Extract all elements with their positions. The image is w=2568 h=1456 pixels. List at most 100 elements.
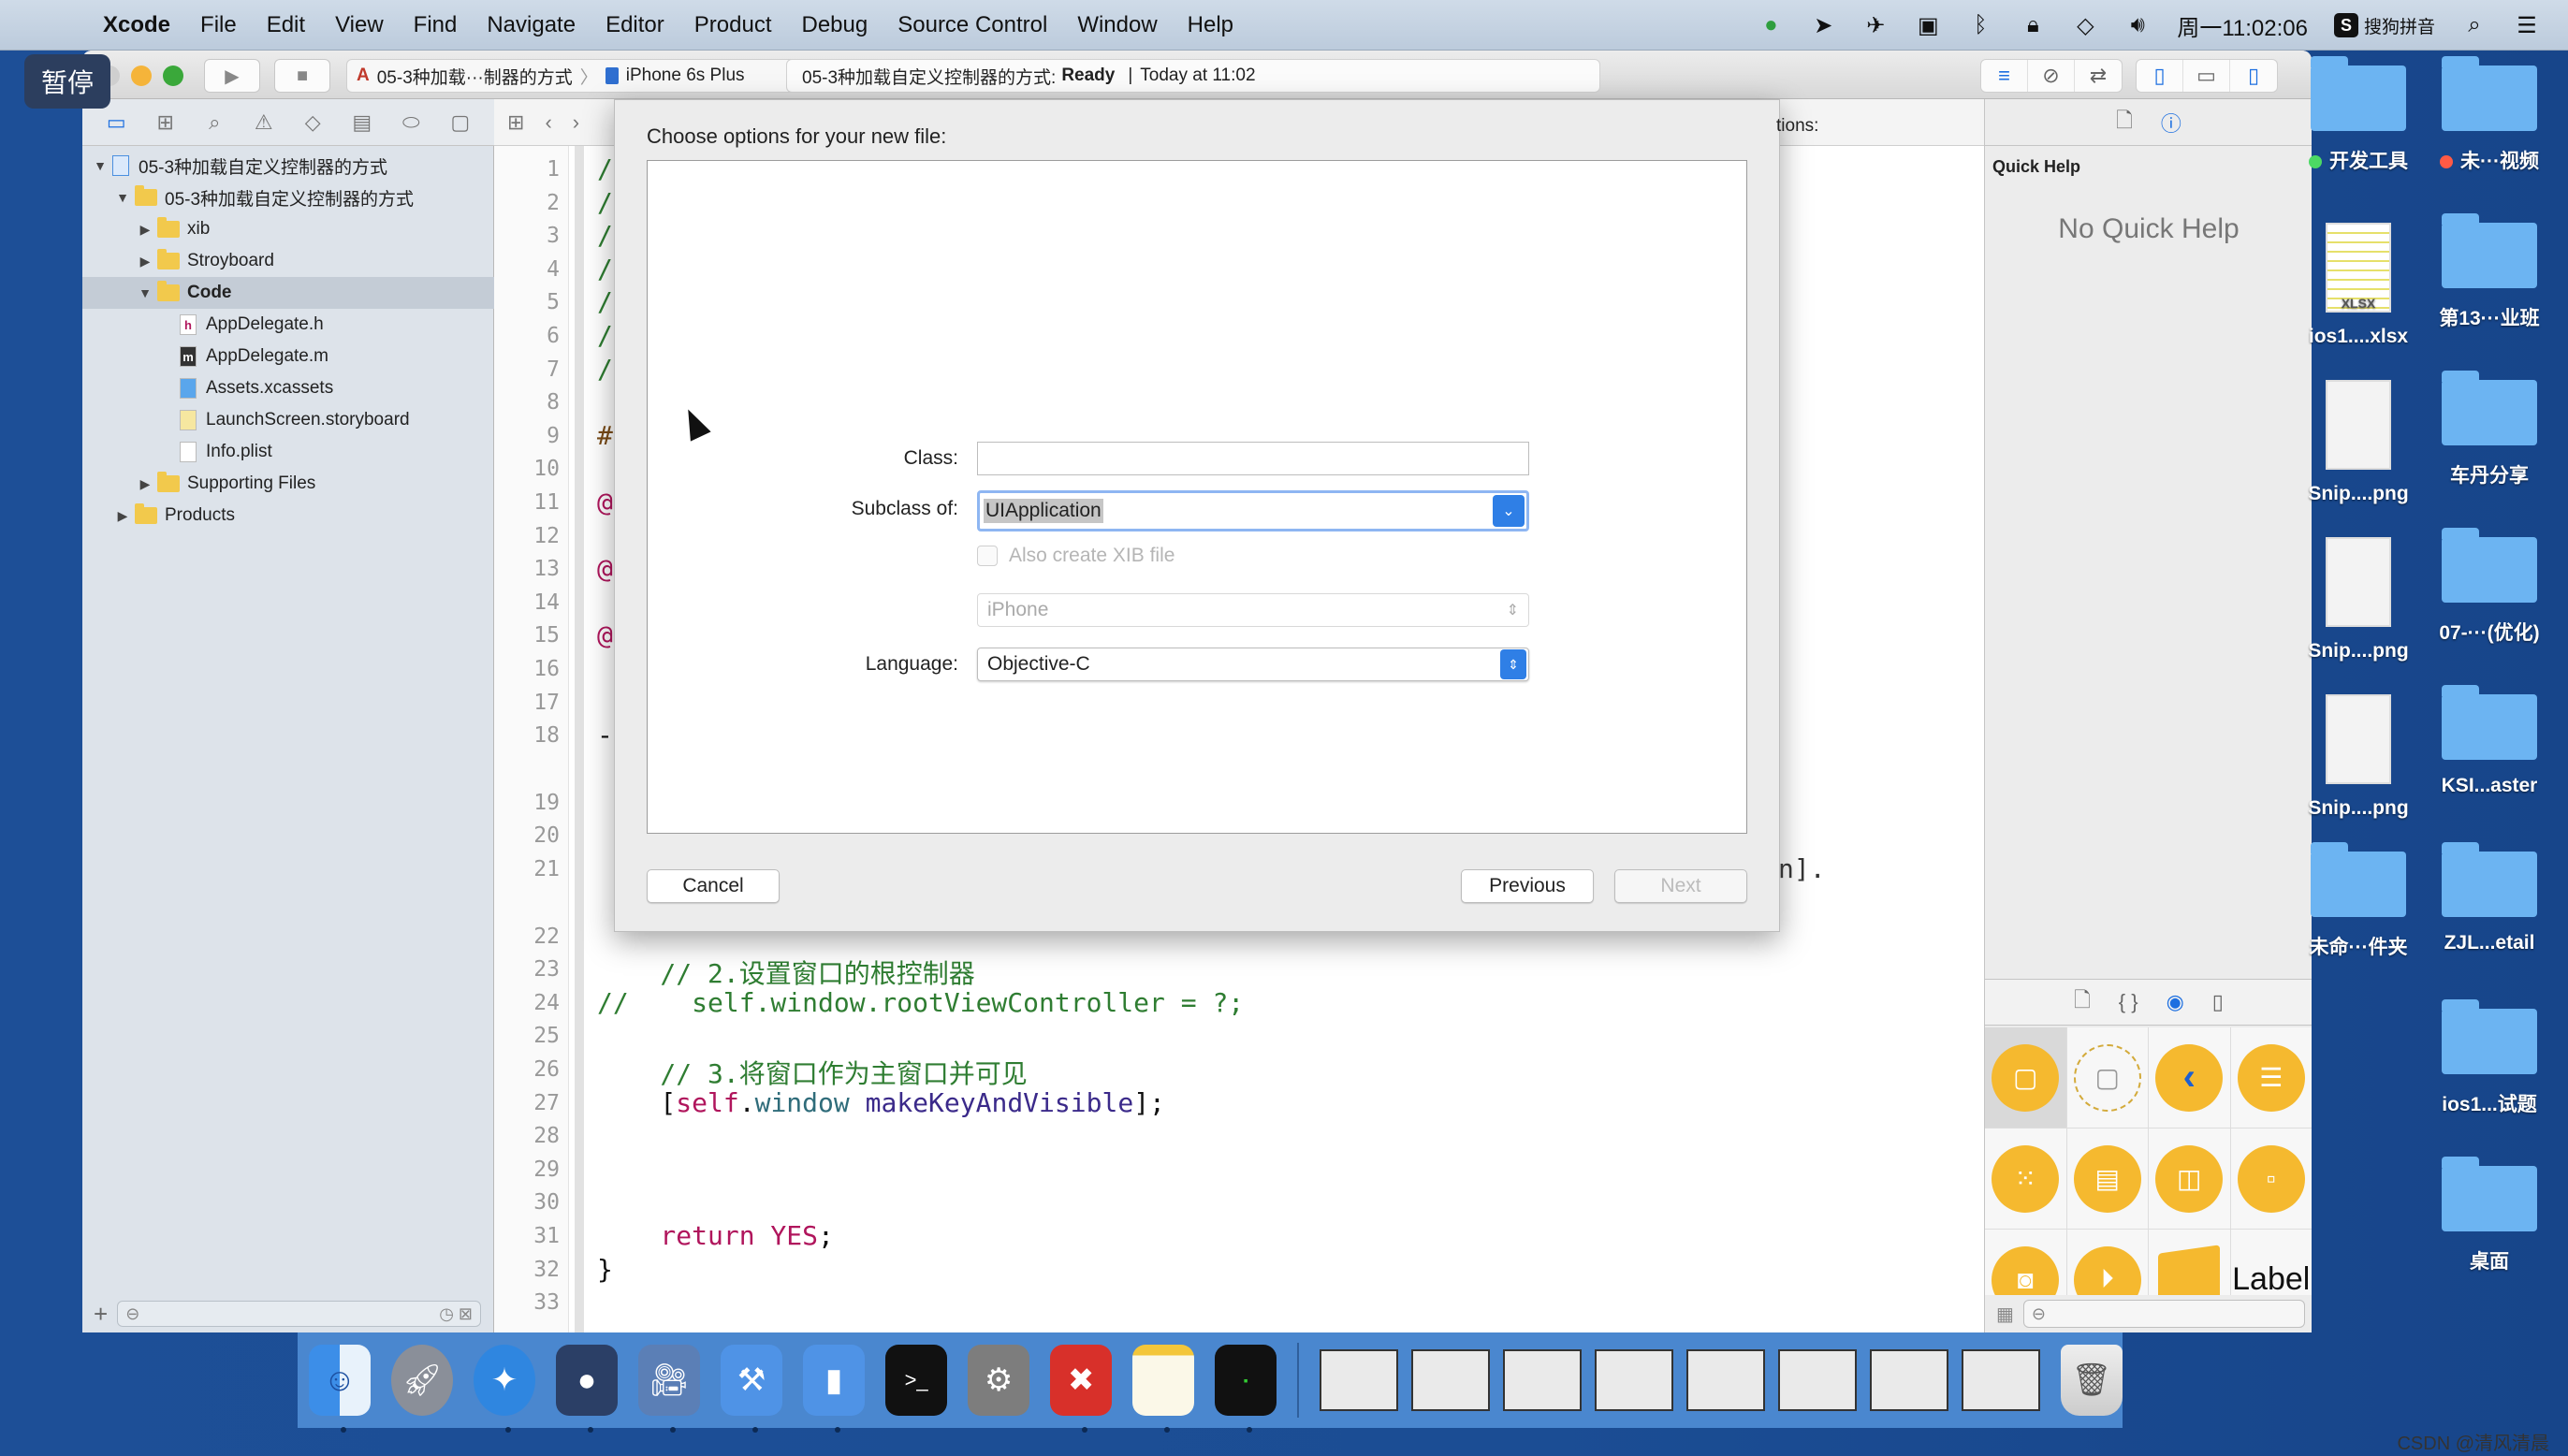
dock-mouse-utility[interactable]: ● — [556, 1345, 619, 1433]
desktop-item[interactable]: 07-···(优化) — [2424, 528, 2555, 646]
toggle-utilities-icon[interactable]: ▯ — [2230, 60, 2277, 92]
lock-icon[interactable]: 🔒︎ — [2020, 12, 2046, 38]
code-line[interactable]: return YES; — [597, 1220, 833, 1251]
grid-list-toggle-icon[interactable]: ▦ — [1996, 1303, 2014, 1326]
tree-item[interactable]: ▼ 05-3种加载自定义控制器的方式 — [82, 150, 494, 182]
code-line[interactable]: // self.window.rootViewController = ?; — [597, 987, 1244, 1018]
code-line[interactable]: } — [597, 1254, 613, 1285]
desktop-item[interactable]: XLSX ios1....xlsx — [2293, 223, 2424, 348]
menu-editor[interactable]: Editor — [606, 12, 664, 38]
cancel-button[interactable]: Cancel — [647, 869, 780, 903]
desktop-item[interactable]: ios1...试题 — [2424, 999, 2555, 1117]
facetime-camera-icon[interactable]: ▣ — [1915, 12, 1941, 38]
dock-minimized-window[interactable] — [1961, 1349, 2040, 1411]
code-line[interactable]: // 3.将窗口作为主窗口并可见 — [597, 1054, 1027, 1091]
library-item-view-controller[interactable]: ▢ — [1985, 1027, 2067, 1128]
previous-button[interactable]: Previous — [1461, 869, 1594, 903]
menu-product[interactable]: Product — [694, 12, 772, 38]
tree-item[interactable]: LaunchScreen.storyboard — [82, 404, 494, 436]
desktop-item[interactable]: Snip....png — [2293, 694, 2424, 820]
tree-item[interactable]: ▶ Stroyboard — [82, 245, 494, 277]
assistant-editor-icon[interactable]: ⊘ — [2028, 60, 2075, 92]
dock-launchpad[interactable]: 🚀︎ — [391, 1345, 454, 1416]
disclosure-collapsed-icon[interactable]: ▶ — [137, 222, 153, 238]
dock-trash[interactable]: 🗑︎ — [2060, 1345, 2123, 1416]
breakpoint-icon[interactable]: ⬭ — [397, 109, 425, 137]
clock[interactable]: 周一11:02:06 — [2177, 9, 2308, 42]
dock-console[interactable]: ▪ — [1215, 1345, 1277, 1433]
dock-minimized-window[interactable] — [1869, 1349, 1948, 1411]
library-item-collection-view-controller[interactable]: ⁙ — [1985, 1128, 2067, 1230]
dock-minimized-window[interactable] — [1777, 1349, 1857, 1411]
dock-terminal[interactable]: >_ — [885, 1345, 948, 1416]
volume-icon[interactable]: 🔊︎ — [2124, 12, 2151, 38]
library-item-navigation-controller[interactable]: ‹ — [2149, 1027, 2231, 1128]
dock-simulator[interactable]: ▮ — [803, 1345, 866, 1433]
tree-item[interactable]: ▼ Code — [82, 277, 494, 309]
zoom-window-button[interactable] — [163, 66, 183, 86]
bluetooth-icon[interactable]: ᛒ — [1967, 12, 1993, 38]
add-file-button[interactable]: + — [94, 1300, 108, 1329]
stop-button[interactable]: ■ — [274, 59, 330, 93]
menu-debug[interactable]: Debug — [802, 12, 868, 38]
search-icon[interactable]: ⌕ — [2461, 12, 2488, 38]
test-diamond-icon[interactable]: ◇ — [299, 109, 327, 137]
standard-editor-icon[interactable]: ≡ — [1981, 60, 2028, 92]
class-input[interactable] — [977, 442, 1529, 475]
tree-item[interactable]: h AppDelegate.h — [82, 309, 494, 341]
run-button[interactable]: ▶ — [204, 59, 260, 93]
dock-xmind[interactable]: ✖ — [1050, 1345, 1113, 1433]
desktop-item[interactable]: 未···视频 — [2424, 56, 2555, 174]
menu-app-xcode[interactable]: Xcode — [103, 12, 170, 38]
quick-help-icon[interactable]: ⓘ — [2161, 108, 2181, 138]
dock-system-preferences[interactable]: ⚙ — [968, 1345, 1030, 1416]
device-family-popup[interactable]: iPhone ⇕ — [977, 593, 1529, 627]
media-library-icon[interactable]: ▯ — [2212, 990, 2224, 1014]
menu-view[interactable]: View — [335, 12, 384, 38]
disclosure-collapsed-icon[interactable]: ▶ — [137, 476, 153, 492]
list-icon[interactable]: ☰ — [2514, 12, 2540, 38]
tree-item[interactable]: ▶ xib — [82, 213, 494, 245]
desktop-item[interactable]: Snip....png — [2293, 537, 2424, 662]
menu-help[interactable]: Help — [1188, 12, 1233, 38]
code-line[interactable]: // 2.设置窗口的根控制器 — [597, 954, 974, 991]
location-icon[interactable]: ➤ — [1810, 12, 1836, 38]
toggle-navigator-icon[interactable]: ▯ — [2137, 60, 2183, 92]
library-item-storyboard-reference[interactable]: ▢ — [2066, 1027, 2149, 1128]
dock-finder[interactable]: ☺ — [309, 1345, 372, 1433]
dock-safari[interactable]: ✦ — [474, 1345, 536, 1433]
folder-icon[interactable]: ▭ — [102, 109, 130, 137]
library-filter-input[interactable]: ⊖ — [2022, 1300, 2305, 1328]
report-icon[interactable]: ▢ — [446, 109, 474, 137]
airplane-icon[interactable]: ✈ — [1862, 12, 1889, 38]
subclass-combobox[interactable]: UIApplication ⌄ — [977, 490, 1529, 531]
file-template-library-icon[interactable]: 🗋 — [2074, 984, 2091, 1020]
search-icon[interactable]: ⌕ — [200, 109, 228, 137]
screen-record-icon[interactable]: ● — [1758, 12, 1784, 38]
desktop-item[interactable]: KSI...aster — [2424, 685, 2555, 797]
dock-minimized-window[interactable] — [1410, 1349, 1490, 1411]
dock-minimized-window[interactable] — [1685, 1349, 1765, 1411]
library-item-split-view-controller[interactable]: ◫ — [2149, 1128, 2231, 1230]
library-item-tab-bar-controller[interactable]: ▤ — [2066, 1128, 2149, 1230]
warning-icon[interactable]: ⚠ — [250, 109, 278, 137]
menu-file[interactable]: File — [200, 12, 237, 38]
disclosure-expanded-icon[interactable]: ▼ — [137, 285, 153, 300]
version-editor-icon[interactable]: ⇄ — [2075, 60, 2122, 92]
disclosure-expanded-icon[interactable]: ▼ — [92, 158, 109, 173]
tree-item[interactable]: ▶ Products — [82, 500, 494, 531]
dock-minimized-window[interactable] — [1502, 1349, 1582, 1411]
tree-item[interactable]: ▶ Supporting Files — [82, 468, 494, 500]
menu-window[interactable]: Window — [1077, 12, 1157, 38]
code-line[interactable]: - — [597, 720, 613, 750]
desktop-item[interactable]: 开发工具 — [2293, 56, 2424, 174]
tree-item[interactable]: ▼ 05-3种加载自定义控制器的方式 — [82, 182, 494, 213]
desktop-item[interactable]: 车丹分享 — [2424, 371, 2555, 488]
debug-gauge-icon[interactable]: ▤ — [348, 109, 376, 137]
code-line[interactable]: [self.window makeKeyAndVisible]; — [597, 1087, 1164, 1118]
dock-minimized-window[interactable] — [1319, 1349, 1398, 1411]
desktop-item[interactable]: 桌面 — [2424, 1157, 2555, 1274]
menu-source-control[interactable]: Source Control — [897, 12, 1047, 38]
hierarchy-icon[interactable]: ⊞ — [152, 109, 180, 137]
chevron-down-icon[interactable]: ⌄ — [1493, 495, 1525, 527]
